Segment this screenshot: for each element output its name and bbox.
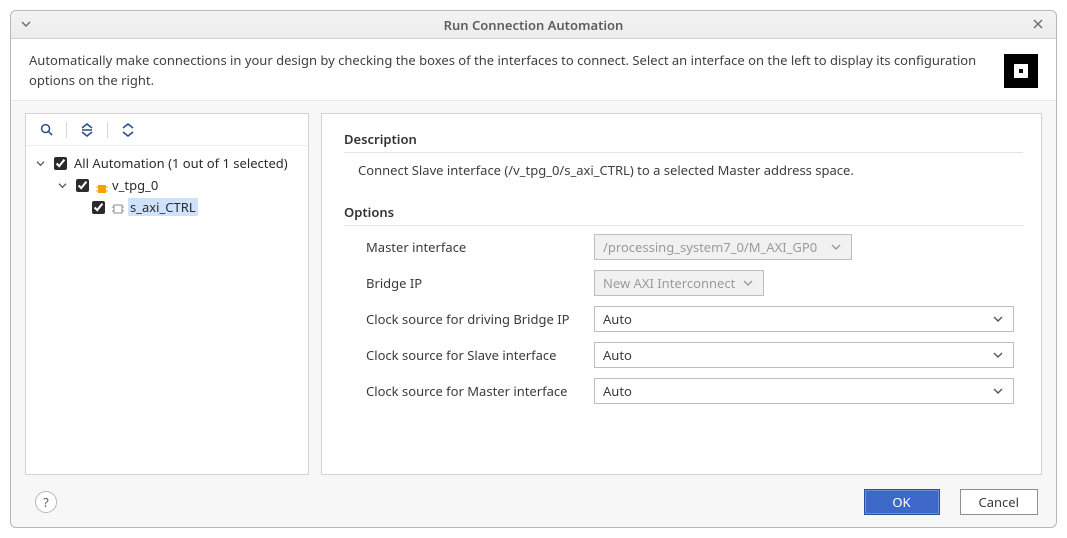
- tree-label-selected: s_axi_CTRL: [128, 198, 198, 216]
- tree-panel: All Automation (1 out of 1 selected) v_t…: [25, 113, 309, 475]
- chevron-down-icon: [991, 386, 1005, 396]
- expand-all-icon[interactable]: [118, 120, 138, 140]
- description-text: Connect Slave interface (/v_tpg_0/s_axi_…: [344, 161, 1023, 179]
- description-heading: Description: [344, 124, 1023, 153]
- search-icon[interactable]: [36, 120, 56, 140]
- tree-label: All Automation (1 out of 1 selected): [74, 154, 288, 172]
- combo-value: Auto: [603, 346, 991, 364]
- combo-clk-master[interactable]: Auto: [594, 378, 1014, 404]
- amd-logo-icon: [1004, 54, 1038, 88]
- option-label-master: Master interface: [366, 238, 594, 256]
- combo-master-interface[interactable]: /processing_system7_0/M_AXI_GP0: [594, 234, 852, 260]
- option-label-bridge: Bridge IP: [366, 274, 594, 292]
- combo-bridge-ip[interactable]: New AXI Interconnect: [594, 270, 764, 296]
- window-title: Run Connection Automation: [444, 16, 624, 34]
- option-label-clk-slave: Clock source for Slave interface: [366, 346, 594, 364]
- details-panel: Description Connect Slave interface (/v_…: [321, 113, 1042, 475]
- option-label-clk-master: Clock source for Master interface: [366, 382, 594, 400]
- cancel-button[interactable]: Cancel: [960, 489, 1038, 515]
- collapse-all-icon[interactable]: [77, 120, 97, 140]
- chevron-down-icon: [741, 278, 755, 288]
- combo-value: Auto: [603, 310, 991, 328]
- close-icon[interactable]: [1028, 14, 1048, 34]
- tree: All Automation (1 out of 1 selected) v_t…: [26, 146, 308, 222]
- chevron-down-icon[interactable]: [56, 181, 68, 190]
- titlebar: Run Connection Automation: [11, 11, 1056, 39]
- option-label-clk-bridge: Clock source for driving Bridge IP: [366, 310, 594, 328]
- tree-row-ip[interactable]: v_tpg_0: [30, 174, 304, 196]
- dialog-footer: ? OK Cancel: [11, 481, 1056, 527]
- dialog-frame: Run Connection Automation Automatically …: [10, 10, 1057, 528]
- chevron-down-icon: [991, 314, 1005, 324]
- tree-row-all-automation[interactable]: All Automation (1 out of 1 selected): [30, 152, 304, 174]
- chevron-down-icon: [991, 350, 1005, 360]
- combo-value: Auto: [603, 382, 991, 400]
- dialog-header: Automatically make connections in your d…: [11, 39, 1056, 101]
- checkbox-all-automation[interactable]: [54, 157, 67, 170]
- header-text: Automatically make connections in your d…: [29, 51, 992, 90]
- window-menu-icon[interactable]: [17, 15, 35, 33]
- options-heading: Options: [344, 197, 1023, 226]
- ok-button[interactable]: OK: [864, 489, 940, 515]
- interface-icon: [112, 201, 124, 213]
- tree-toolbar: [26, 114, 308, 146]
- combo-clk-slave[interactable]: Auto: [594, 342, 1014, 368]
- help-icon[interactable]: ?: [35, 491, 57, 513]
- tree-row-interface[interactable]: s_axi_CTRL: [30, 196, 304, 218]
- checkbox-interface[interactable]: [92, 201, 105, 214]
- chevron-down-icon[interactable]: [34, 159, 46, 168]
- checkbox-ip[interactable]: [76, 179, 89, 192]
- ip-block-icon: [96, 180, 108, 190]
- combo-clk-bridge[interactable]: Auto: [594, 306, 1014, 332]
- combo-value: New AXI Interconnect: [603, 274, 741, 292]
- combo-value: /processing_system7_0/M_AXI_GP0: [603, 238, 829, 256]
- options-grid: Master interface /processing_system7_0/M…: [344, 234, 1023, 404]
- tree-label: v_tpg_0: [112, 176, 158, 194]
- chevron-down-icon: [829, 242, 843, 252]
